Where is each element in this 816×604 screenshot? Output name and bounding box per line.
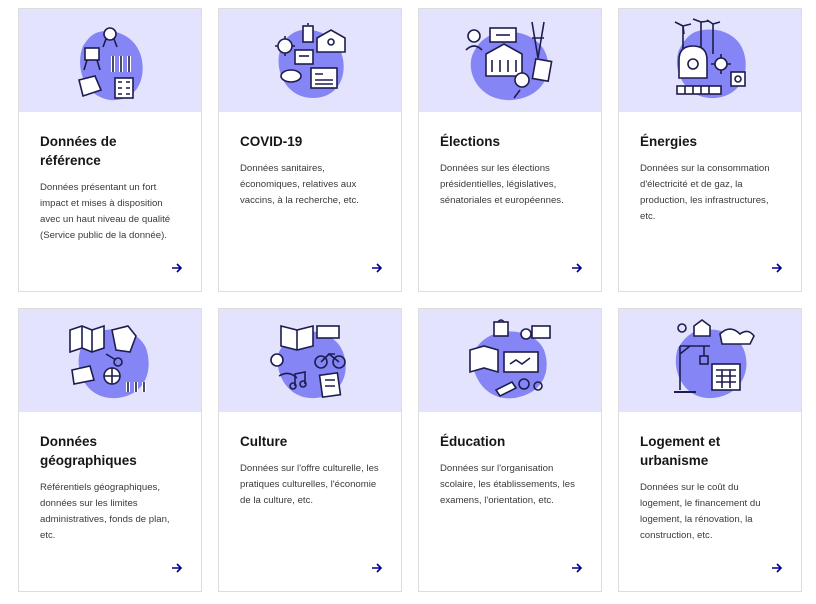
card-title: Données géographiques xyxy=(40,434,137,468)
culture-illustration xyxy=(219,309,401,412)
card-title: Élections xyxy=(440,134,501,149)
card-title: Logement et urbanisme xyxy=(640,434,721,468)
elections-illustration xyxy=(419,9,601,112)
card-title: Éducation xyxy=(440,434,506,449)
housing-illustration xyxy=(619,309,801,412)
card-title: Culture xyxy=(240,434,288,449)
theme-cards-grid: Données de référence Données présentant … xyxy=(0,0,816,604)
card-description: Données sur le coût du logement, le fina… xyxy=(640,482,761,541)
card-description: Données sur l'organisation scolaire, les… xyxy=(440,463,575,506)
card-description: Données sur la consommation d'électricit… xyxy=(640,163,770,222)
card-covid-19[interactable]: COVID-19 Données sanitaires, économiques… xyxy=(218,8,402,292)
energies-illustration xyxy=(619,9,801,112)
card-title: COVID-19 xyxy=(240,134,303,149)
education-illustration xyxy=(419,309,601,412)
card-donnees-geographiques[interactable]: Données géographiques Référentiels géogr… xyxy=(18,308,202,592)
covid-illustration xyxy=(219,9,401,112)
card-donnees-de-reference[interactable]: Données de référence Données présentant … xyxy=(18,8,202,292)
card-elections[interactable]: Élections Données sur les élections prés… xyxy=(418,8,602,292)
card-culture[interactable]: Culture Données sur l'offre culturelle, … xyxy=(218,308,402,592)
card-description: Données sanitaires, économiques, relativ… xyxy=(240,163,359,206)
arrow-right-icon[interactable] xyxy=(171,562,183,574)
arrow-right-icon[interactable] xyxy=(771,262,783,274)
arrow-right-icon[interactable] xyxy=(571,262,583,274)
arrow-right-icon[interactable] xyxy=(571,562,583,574)
card-title: Énergies xyxy=(640,134,698,149)
geography-illustration xyxy=(19,309,201,412)
card-energies[interactable]: Énergies Données sur la consommation d'é… xyxy=(618,8,802,292)
arrow-right-icon[interactable] xyxy=(371,262,383,274)
reference-data-illustration xyxy=(19,9,201,112)
card-logement-urbanisme[interactable]: Logement et urbanisme Données sur le coû… xyxy=(618,308,802,592)
card-description: Données sur les élections présidentielle… xyxy=(440,163,564,206)
arrow-right-icon[interactable] xyxy=(171,262,183,274)
arrow-right-icon[interactable] xyxy=(371,562,383,574)
card-description: Données présentant un fort impact et mis… xyxy=(40,182,171,241)
card-description: Données sur l'offre culturelle, les prat… xyxy=(240,463,379,506)
card-description: Référentiels géographiques, données sur … xyxy=(40,482,170,541)
card-education[interactable]: Éducation Données sur l'organisation sco… xyxy=(418,308,602,592)
card-title: Données de référence xyxy=(40,134,117,168)
arrow-right-icon[interactable] xyxy=(771,562,783,574)
